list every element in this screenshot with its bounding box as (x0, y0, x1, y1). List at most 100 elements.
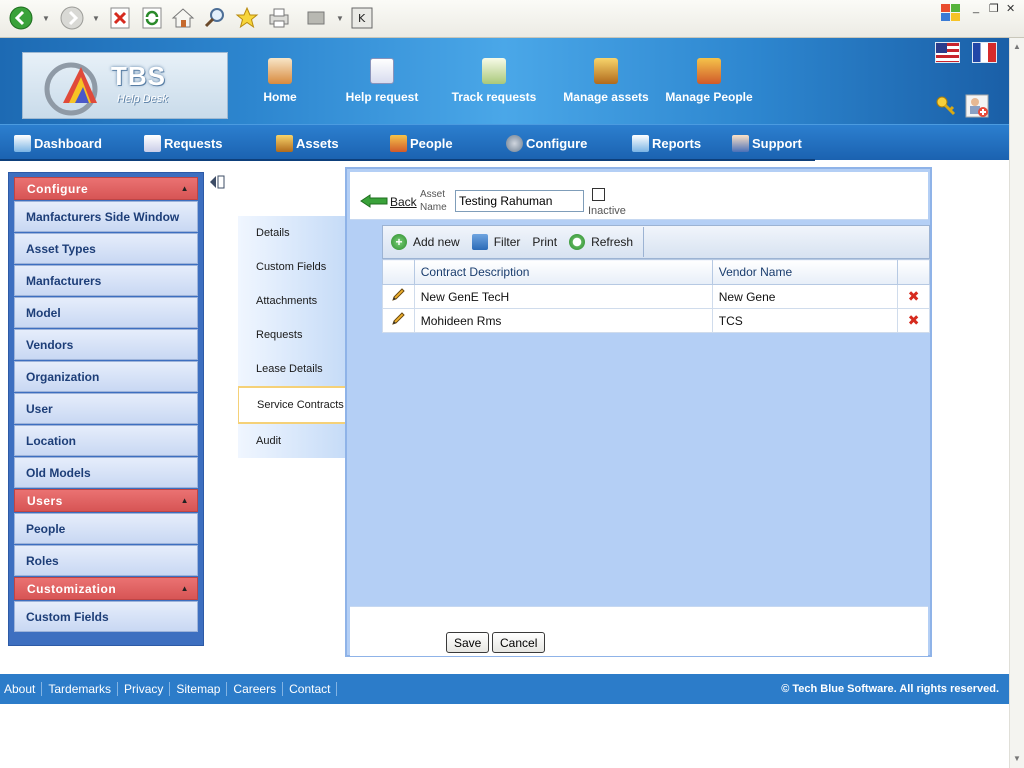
menu-label: People (410, 135, 453, 151)
edit-pencil-icon[interactable] (382, 308, 415, 333)
tab-audit[interactable]: Audit (238, 424, 348, 458)
dropdown-arrow-icon[interactable]: ▼ (92, 14, 100, 23)
table-row: New GenE TecH New Gene ✖ (382, 284, 930, 309)
stop-icon[interactable] (108, 6, 132, 30)
notepad-icon (144, 134, 161, 152)
support-person-icon (732, 134, 749, 152)
collapse-triangle-icon[interactable]: ▲ (181, 584, 189, 593)
footer-link-sitemap[interactable]: Sitemap (170, 682, 228, 696)
menu-dashboard[interactable]: Dashboard (14, 133, 102, 153)
menu-people[interactable]: People (390, 133, 453, 153)
dropdown-arrow-icon[interactable]: ▼ (42, 14, 50, 23)
k-toolbar-icon[interactable]: K (350, 6, 374, 30)
back-arrow-icon[interactable] (360, 194, 388, 208)
refresh-button[interactable]: Refresh (569, 234, 633, 250)
page-icon[interactable] (304, 6, 328, 30)
sidebar-item-people[interactable]: People (14, 513, 198, 544)
menu-label: Requests (164, 135, 223, 151)
close-icon[interactable]: ✕ (1006, 2, 1015, 15)
chart-icon (14, 134, 31, 152)
delete-x-icon[interactable]: ✖ (897, 308, 930, 333)
sidebar-item-manfacturers-side-window[interactable]: Manfacturers Side Window (14, 201, 198, 232)
vendor-name-cell: New Gene (711, 284, 899, 309)
sidebar-section-users[interactable]: Users ▲ (14, 489, 198, 512)
keys-icon[interactable] (934, 94, 958, 118)
scroll-up-icon[interactable]: ▲ (1013, 42, 1021, 51)
footer-link-privacy[interactable]: Privacy (118, 682, 171, 696)
sidebar-item-organization[interactable]: Organization (14, 361, 198, 392)
sidebar-item-manfacturers[interactable]: Manfacturers (14, 265, 198, 296)
menu-reports[interactable]: Reports (632, 133, 701, 153)
sidebar-item-roles[interactable]: Roles (14, 545, 198, 576)
filter-button[interactable]: Filter (471, 234, 520, 250)
footer-link-trademarks[interactable]: Tardemarks (42, 682, 119, 696)
delete-x-icon[interactable]: ✖ (897, 284, 930, 309)
tab-lease-details[interactable]: Lease Details (238, 352, 348, 386)
inactive-checkbox[interactable] (592, 188, 605, 201)
vertical-scrollbar[interactable]: ▲ ▼ (1009, 38, 1024, 768)
print-icon[interactable] (267, 6, 291, 30)
contracts-table: Contract Description Vendor Name New Gen… (382, 259, 930, 333)
sidebar-section-customization[interactable]: Customization ▲ (14, 577, 198, 600)
asset-name-input[interactable] (455, 190, 584, 212)
menu-configure[interactable]: Configure (506, 133, 587, 153)
sidebar-item-custom-fields[interactable]: Custom Fields (14, 601, 198, 632)
column-header-contract-description[interactable]: Contract Description (413, 259, 713, 285)
refresh-icon (569, 234, 586, 250)
footer-link-contact[interactable]: Contact (283, 682, 338, 696)
refresh-icon[interactable] (140, 6, 164, 30)
tab-requests[interactable]: Requests (238, 318, 348, 352)
favorites-star-icon[interactable] (235, 6, 259, 30)
menu-label: Dashboard (34, 135, 102, 151)
menu-assets[interactable]: Assets (276, 133, 339, 153)
tab-custom-fields[interactable]: Custom Fields (238, 250, 348, 284)
browser-back-icon[interactable] (9, 6, 33, 30)
print-button[interactable]: Print (532, 235, 557, 249)
cancel-button[interactable]: Cancel (492, 632, 546, 653)
back-link[interactable]: Back (390, 195, 417, 209)
main-menu-bar: Dashboard Requests Assets People Configu… (0, 124, 1009, 161)
edit-pencil-icon[interactable] (382, 284, 415, 309)
restore-icon[interactable]: ❐ (989, 2, 999, 15)
sidebar-item-asset-types[interactable]: Asset Types (14, 233, 198, 264)
gear-icon (506, 134, 523, 152)
header-nav-manage-assets[interactable]: Manage assets (560, 58, 652, 104)
minimize-icon[interactable]: _ (973, 2, 979, 14)
collapse-triangle-icon[interactable]: ▲ (181, 184, 189, 193)
home-icon[interactable] (171, 6, 195, 30)
add-new-button[interactable]: + Add new (391, 234, 460, 250)
dropdown-arrow-icon[interactable]: ▼ (336, 14, 344, 23)
tab-attachments[interactable]: Attachments (238, 284, 348, 318)
scroll-down-icon[interactable]: ▼ (1013, 754, 1021, 763)
save-button[interactable]: Save (446, 632, 490, 653)
france-flag-icon[interactable] (972, 42, 997, 63)
tbs-logo[interactable]: TBS Help Desk (22, 52, 228, 119)
menu-requests[interactable]: Requests (144, 133, 223, 153)
sidebar-item-model[interactable]: Model (14, 297, 198, 328)
sidebar-item-old-models[interactable]: Old Models (14, 457, 198, 488)
contracts-grid: + Add new Filter Print Refresh Contract … (382, 225, 930, 333)
search-icon[interactable] (203, 6, 227, 30)
sidebar-item-user[interactable]: User (14, 393, 198, 424)
collapse-sidebar-icon[interactable] (208, 174, 226, 190)
add-user-icon[interactable] (965, 94, 989, 118)
tab-service-contracts[interactable]: Service Contracts (238, 386, 348, 424)
sidebar-section-title: Users (27, 493, 63, 508)
header-nav-track-requests[interactable]: Track requests (448, 58, 540, 104)
us-flag-icon[interactable] (935, 42, 960, 63)
browser-forward-icon[interactable] (60, 6, 84, 30)
footer-link-about[interactable]: About (0, 682, 43, 696)
people-group-icon (390, 134, 407, 152)
footer-link-careers[interactable]: Careers (227, 682, 284, 696)
tab-details[interactable]: Details (238, 216, 348, 250)
sidebar-item-vendors[interactable]: Vendors (14, 329, 198, 360)
menu-support[interactable]: Support (732, 133, 802, 153)
sidebar-section-configure[interactable]: Configure ▲ (14, 177, 198, 200)
header-nav-home[interactable]: Home (258, 58, 302, 104)
collapse-triangle-icon[interactable]: ▲ (181, 496, 189, 505)
header-nav-manage-people[interactable]: Manage People (662, 58, 756, 104)
sidebar-item-location[interactable]: Location (14, 425, 198, 456)
sidebar: Configure ▲ Manfacturers Side Window Ass… (8, 172, 204, 646)
column-header-vendor-name[interactable]: Vendor Name (711, 259, 899, 285)
header-nav-help-request[interactable]: Help request (342, 58, 422, 104)
